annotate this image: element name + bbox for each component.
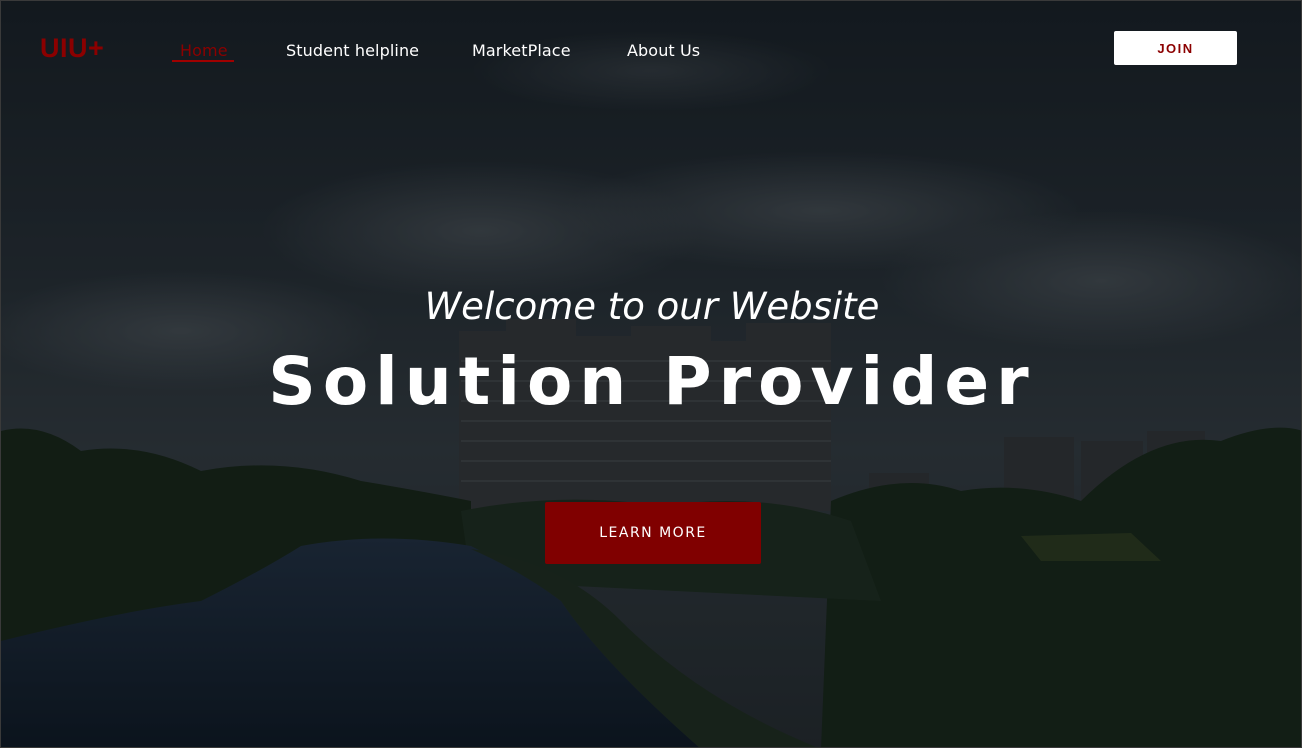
hero-welcome-text: Welcome to our Website <box>424 285 880 328</box>
join-button[interactable]: JOIN <box>1114 31 1237 65</box>
active-nav-underline <box>172 60 234 62</box>
nav-link-home[interactable]: Home <box>180 41 228 60</box>
nav-link-marketplace[interactable]: MarketPlace <box>472 41 571 60</box>
nav-link-student-helpline[interactable]: Student helpline <box>286 41 419 60</box>
nav-link-about-us[interactable]: About Us <box>627 41 700 60</box>
learn-more-button[interactable]: LEARN MORE <box>545 502 761 564</box>
hero-headline: Solution Provider <box>268 343 1036 420</box>
landing-page: UIU+ Home Student helpline MarketPlace A… <box>0 0 1302 748</box>
brand-logo[interactable]: UIU+ <box>40 33 104 64</box>
